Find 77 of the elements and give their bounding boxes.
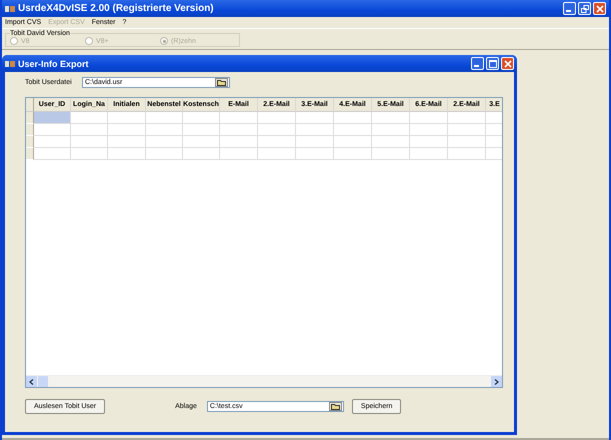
table-cell[interactable] xyxy=(34,136,71,148)
table-cell[interactable] xyxy=(146,124,183,136)
close-icon xyxy=(504,60,512,68)
table-cell[interactable] xyxy=(410,136,448,148)
table-cell[interactable] xyxy=(220,112,258,124)
folder-icon[interactable] xyxy=(328,402,342,411)
table-cell[interactable] xyxy=(108,136,146,148)
scroll-left-button[interactable] xyxy=(26,376,37,387)
row-header[interactable] xyxy=(26,148,34,160)
table-cell[interactable] xyxy=(108,112,146,124)
restore-button[interactable] xyxy=(578,2,591,15)
table-cell[interactable] xyxy=(258,124,296,136)
table-cell[interactable] xyxy=(372,112,410,124)
table-cell[interactable] xyxy=(410,124,448,136)
table-cell[interactable] xyxy=(71,112,108,124)
table-cell[interactable] xyxy=(448,148,486,160)
table-cell[interactable] xyxy=(71,124,108,136)
table-cell[interactable] xyxy=(183,124,220,136)
table-cell[interactable] xyxy=(108,148,146,160)
table-cell[interactable] xyxy=(220,124,258,136)
close-button[interactable] xyxy=(593,2,606,15)
chevron-right-icon xyxy=(494,378,499,384)
app-icon xyxy=(5,60,15,68)
table-cell[interactable] xyxy=(183,148,220,160)
row-header[interactable] xyxy=(26,136,34,148)
app-icon xyxy=(5,4,15,12)
table-cell[interactable] xyxy=(334,124,372,136)
table-cell[interactable] xyxy=(71,136,108,148)
maximize-button[interactable] xyxy=(486,57,499,70)
horizontal-scrollbar[interactable] xyxy=(26,375,502,387)
table-cell[interactable] xyxy=(334,136,372,148)
table-cell[interactable] xyxy=(410,148,448,160)
table-cell[interactable] xyxy=(71,148,108,160)
table-cell[interactable] xyxy=(108,124,146,136)
close-icon xyxy=(596,4,604,12)
close-button[interactable] xyxy=(501,57,514,70)
table-cell[interactable] xyxy=(146,136,183,148)
scroll-thumb[interactable] xyxy=(38,376,48,387)
row-header[interactable] xyxy=(26,124,34,136)
folder-icon[interactable] xyxy=(215,78,228,86)
table-cell[interactable] xyxy=(296,124,334,136)
table-cell[interactable] xyxy=(258,112,296,124)
table-cell[interactable] xyxy=(448,136,486,148)
minimize-icon xyxy=(566,10,571,12)
table-cell[interactable] xyxy=(146,112,183,124)
table-cell[interactable] xyxy=(258,136,296,148)
scroll-right-button[interactable] xyxy=(491,376,502,387)
table-cell[interactable] xyxy=(146,148,183,160)
minimize-icon xyxy=(474,65,479,67)
row-header[interactable] xyxy=(26,112,34,124)
restore-icon xyxy=(580,4,588,12)
minimize-button[interactable] xyxy=(563,2,576,15)
table-cell[interactable] xyxy=(372,148,410,160)
table-cell[interactable] xyxy=(334,148,372,160)
table-cell[interactable] xyxy=(334,112,372,124)
table-cell[interactable] xyxy=(183,136,220,148)
table-cell[interactable] xyxy=(34,124,71,136)
window-title: User-Info Export xyxy=(18,58,89,68)
table-cell[interactable] xyxy=(296,148,334,160)
table-cell[interactable] xyxy=(448,112,486,124)
table-cell[interactable] xyxy=(34,112,71,124)
table-cell[interactable] xyxy=(410,112,448,124)
minimize-button[interactable] xyxy=(471,57,484,70)
table-cell[interactable] xyxy=(372,136,410,148)
maximize-icon xyxy=(488,60,496,68)
table-cell[interactable] xyxy=(220,136,258,148)
table-cell[interactable] xyxy=(448,124,486,136)
table-cell[interactable] xyxy=(372,124,410,136)
window-title: UsrdeX4DvISE 2.00 (Registrierte Version) xyxy=(18,3,215,14)
table-cell[interactable] xyxy=(183,112,220,124)
table-cell[interactable] xyxy=(34,148,71,160)
chevron-left-icon xyxy=(29,378,34,384)
table-cell[interactable] xyxy=(296,112,334,124)
table-cell[interactable] xyxy=(258,148,296,160)
table-cell[interactable] xyxy=(220,148,258,160)
corner-header[interactable] xyxy=(26,98,34,112)
table-cell[interactable] xyxy=(296,136,334,148)
